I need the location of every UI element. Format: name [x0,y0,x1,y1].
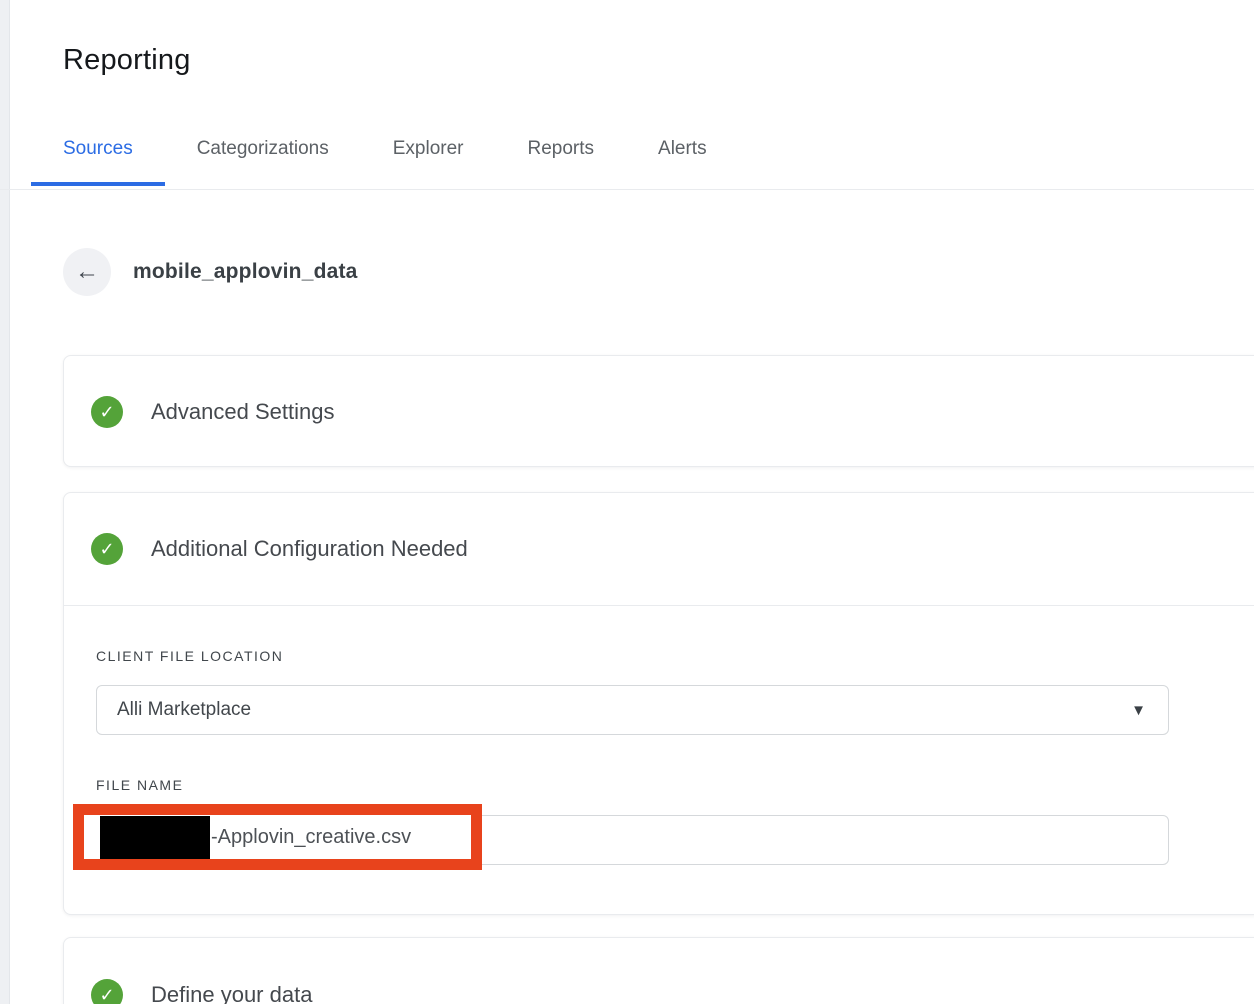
client-file-location-label: CLIENT FILE LOCATION [96,648,284,664]
card-define-your-data-header: ✓ Define your data [64,938,1254,1004]
tab-explorer[interactable]: Explorer [361,126,496,186]
status-complete-badge: ✓ [91,533,123,565]
card-additional-configuration-header[interactable]: ✓ Additional Configuration Needed [64,493,1254,606]
status-complete-badge: ✓ [91,978,123,1004]
redaction-box [100,815,210,859]
tab-bar: Sources Categorizations Explorer Reports… [31,126,739,186]
file-name-value: -Applovin_creative.csv [211,825,412,848]
file-name-label: FILE NAME [96,777,184,793]
page-title: Reporting [63,44,191,76]
card-define-your-data[interactable]: ✓ Define your data [63,937,1254,1004]
check-icon: ✓ [99,984,115,1004]
tab-reports[interactable]: Reports [495,126,626,186]
tab-categorizations[interactable]: Categorizations [165,126,361,186]
back-arrow-icon: ← [75,258,99,285]
card-advanced-settings[interactable]: ✓ Advanced Settings [63,355,1254,467]
status-complete-badge: ✓ [91,396,123,428]
back-button[interactable]: ← [63,248,111,296]
source-name: mobile_applovin_data [133,260,358,283]
chevron-down-icon: ▼ [1131,701,1146,719]
check-icon: ✓ [99,539,115,559]
tab-sources[interactable]: Sources [31,126,165,186]
tab-bar-divider [0,189,1254,190]
client-file-location-value: Alli Marketplace [117,699,252,720]
reporting-page: Reporting Sources Categorizations Explor… [0,0,1254,1004]
card-advanced-settings-header: ✓ Advanced Settings [64,356,1254,468]
annotation-highlight-box: -Applovin_creative.csv [73,804,482,870]
tab-alerts[interactable]: Alerts [626,126,739,186]
source-header: ← mobile_applovin_data [63,248,358,296]
left-edge-rail [0,0,10,1004]
check-icon: ✓ [99,402,115,422]
card-additional-configuration: ✓ Additional Configuration Needed CLIENT… [63,492,1254,915]
card-title: Additional Configuration Needed [151,536,468,561]
card-title: Advanced Settings [151,399,335,424]
card-title: Define your data [151,981,313,1004]
client-file-location-select[interactable]: Alli Marketplace ▼ [96,685,1169,735]
